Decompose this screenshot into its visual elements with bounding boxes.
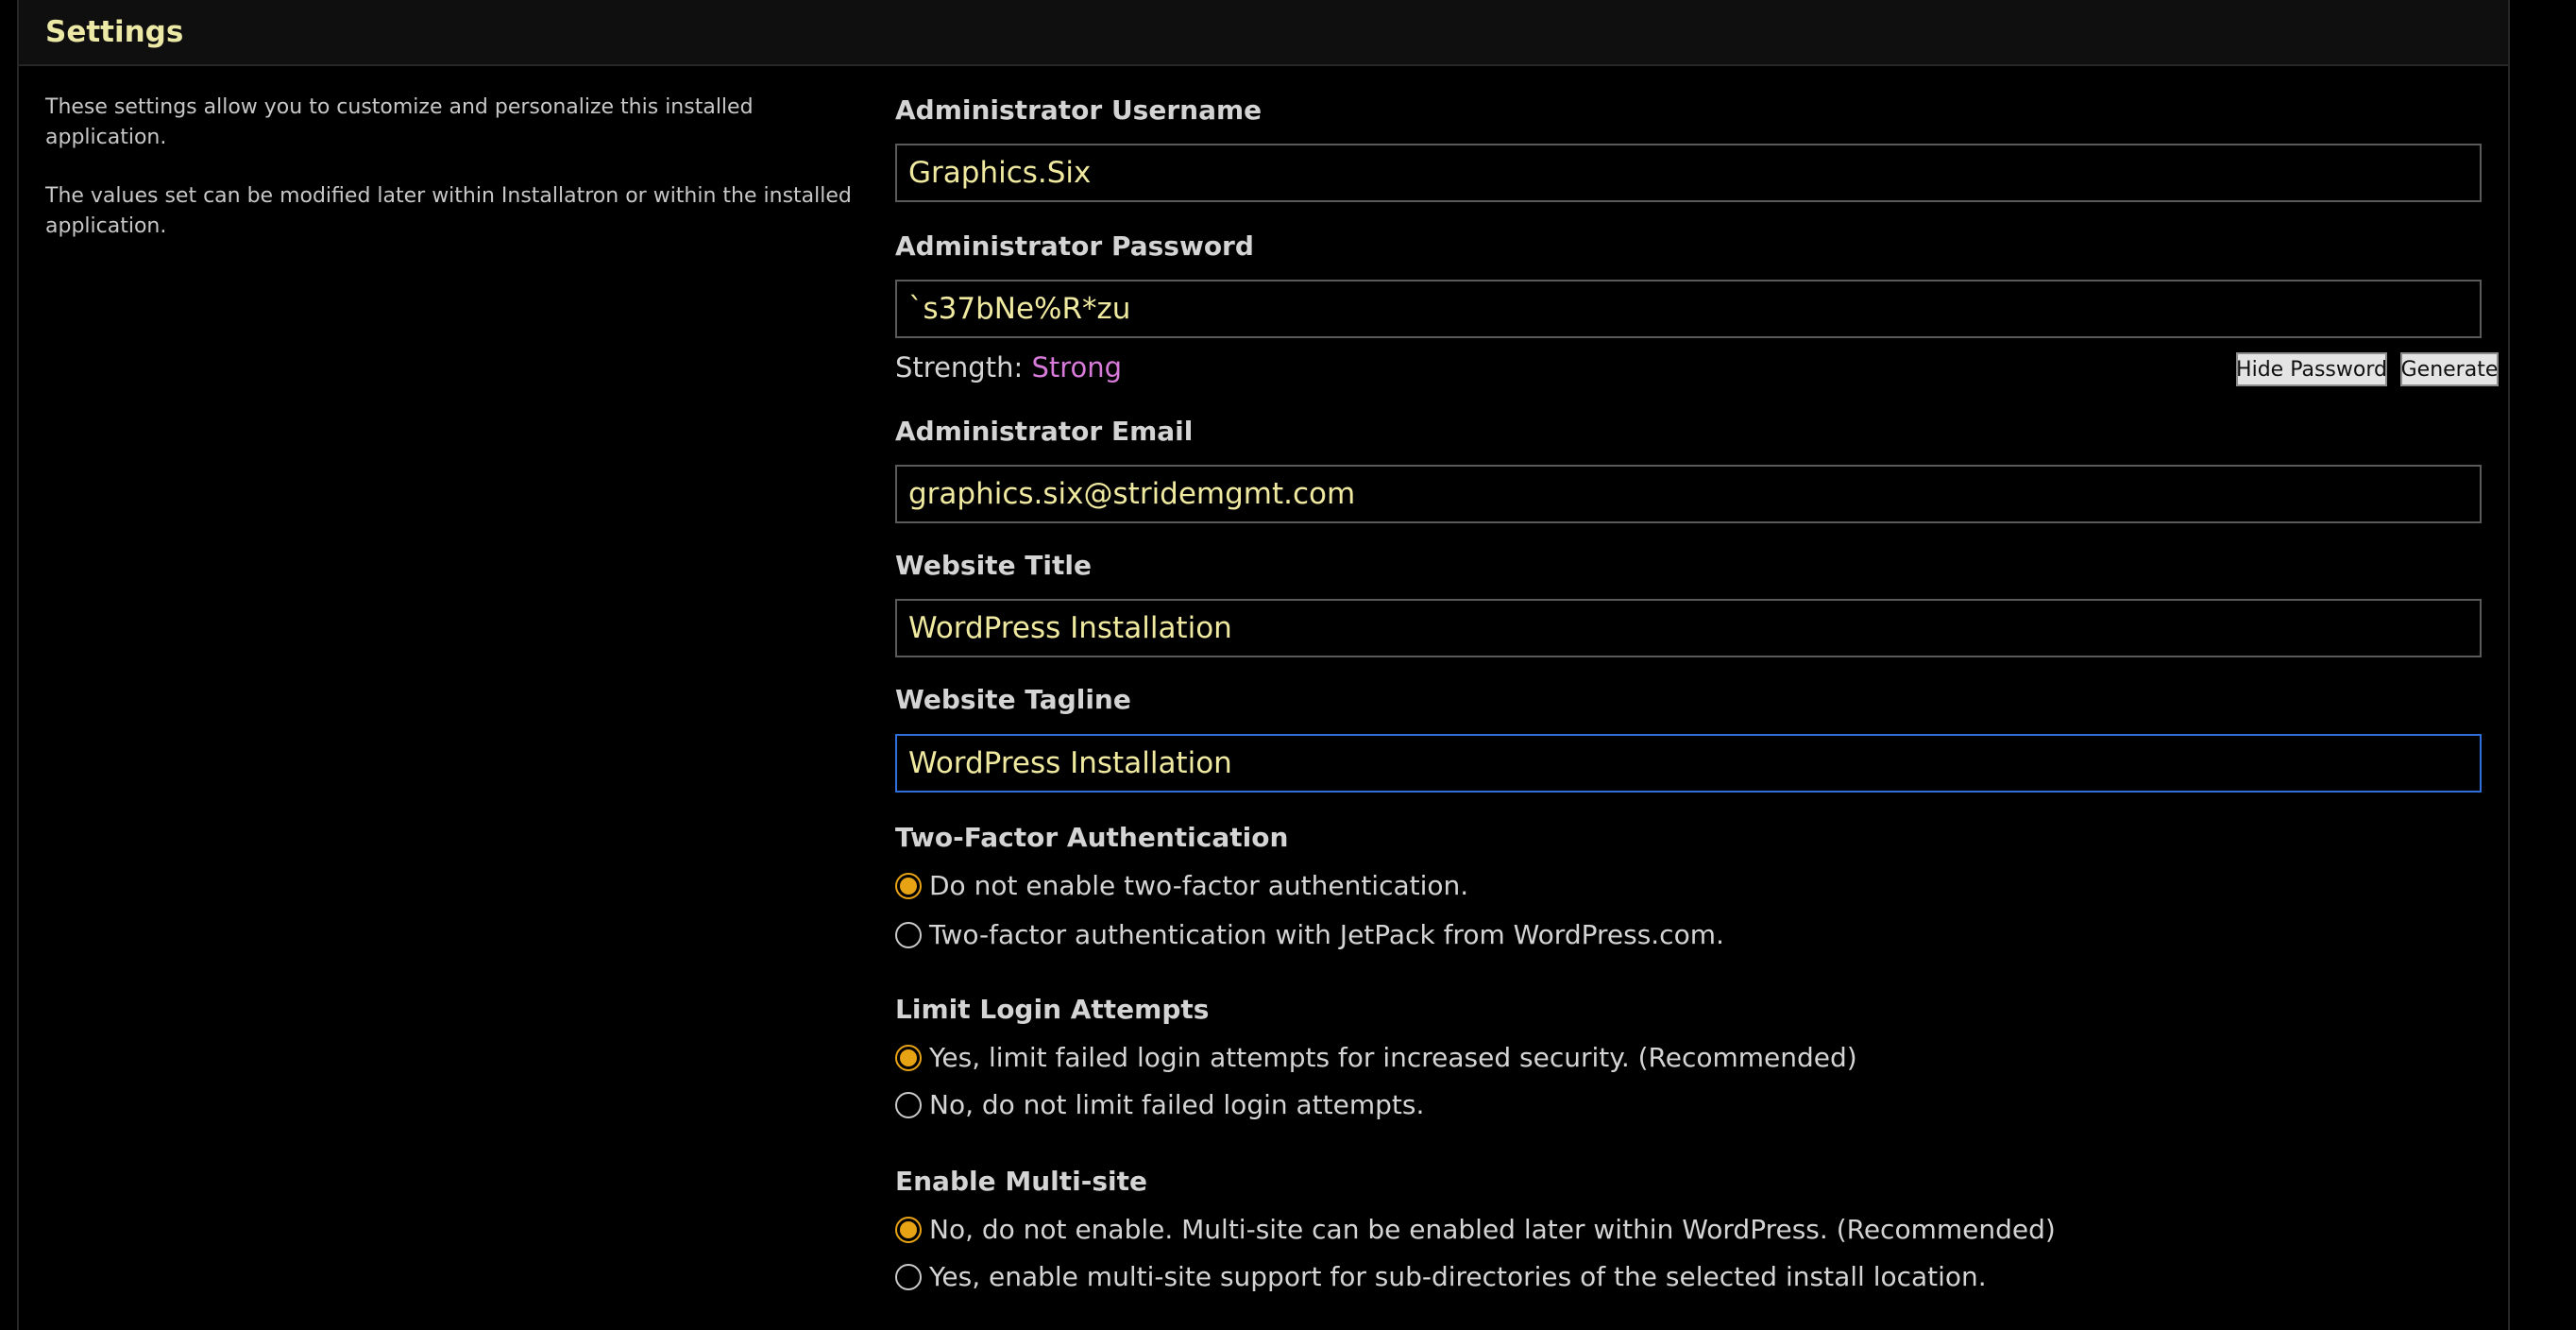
radio-unselected-icon[interactable] <box>895 921 922 948</box>
strength-value: Strong <box>1031 351 1123 384</box>
multisite-label: Enable Multi-site <box>895 1166 1147 1197</box>
two-factor-label: Two-Factor Authentication <box>895 822 1289 853</box>
description-line-2: The values set can be modified later wit… <box>45 184 852 238</box>
website-title-label: Website Title <box>895 550 1092 581</box>
website-tagline-input[interactable]: WordPress Installation <box>895 734 2482 793</box>
website-tagline-label: Website Tagline <box>895 684 1131 715</box>
radio-label: Yes, limit failed login attempts for inc… <box>929 1042 1857 1073</box>
hide-password-button[interactable]: Hide Password <box>2236 352 2387 386</box>
radio-selected-icon[interactable] <box>895 1216 922 1243</box>
radio-label: No, do not limit failed login attempts. <box>929 1089 1425 1120</box>
two-factor-option-jetpack[interactable]: Two-factor authentication with JetPack f… <box>895 919 1724 950</box>
multisite-option-no[interactable]: No, do not enable. Multi-site can be ena… <box>895 1214 2056 1245</box>
username-input[interactable]: Graphics.Six <box>895 144 2482 202</box>
two-factor-option-disable[interactable]: Do not enable two-factor authentication. <box>895 870 1468 901</box>
password-input[interactable]: `s37bNe%R*zu <box>895 280 2482 338</box>
website-title-input[interactable]: WordPress Installation <box>895 599 2482 657</box>
settings-panel: Settings These settings allow you to cus… <box>17 0 2510 1330</box>
radio-unselected-icon[interactable] <box>895 1263 922 1290</box>
password-label: Administrator Password <box>895 230 1254 262</box>
strength-label: Strength: <box>895 351 1024 384</box>
settings-description: These settings allow you to customize an… <box>45 93 857 242</box>
radio-label: Do not enable two-factor authentication. <box>929 870 1469 901</box>
limit-login-option-no[interactable]: No, do not limit failed login attempts. <box>895 1089 1424 1120</box>
panel-header: Settings <box>19 0 2508 66</box>
radio-label: No, do not enable. Multi-site can be ena… <box>929 1214 2056 1245</box>
email-label: Administrator Email <box>895 416 1194 447</box>
panel-title: Settings <box>45 15 184 49</box>
description-line-1: These settings allow you to customize an… <box>45 95 754 149</box>
password-strength: Strength: Strong <box>895 351 1122 384</box>
limit-login-option-yes[interactable]: Yes, limit failed login attempts for inc… <box>895 1042 1857 1073</box>
limit-login-label: Limit Login Attempts <box>895 994 1210 1025</box>
radio-label: Two-factor authentication with JetPack f… <box>929 919 1724 950</box>
email-input[interactable]: graphics.six@stridemgmt.com <box>895 465 2482 523</box>
radio-selected-icon[interactable] <box>895 1044 922 1071</box>
username-label: Administrator Username <box>895 94 1263 126</box>
radio-selected-icon[interactable] <box>895 872 922 899</box>
generate-password-button[interactable]: Generate <box>2400 352 2499 386</box>
radio-label: Yes, enable multi-site support for sub-d… <box>929 1261 1987 1292</box>
multisite-option-yes[interactable]: Yes, enable multi-site support for sub-d… <box>895 1261 1987 1292</box>
radio-unselected-icon[interactable] <box>895 1091 922 1118</box>
